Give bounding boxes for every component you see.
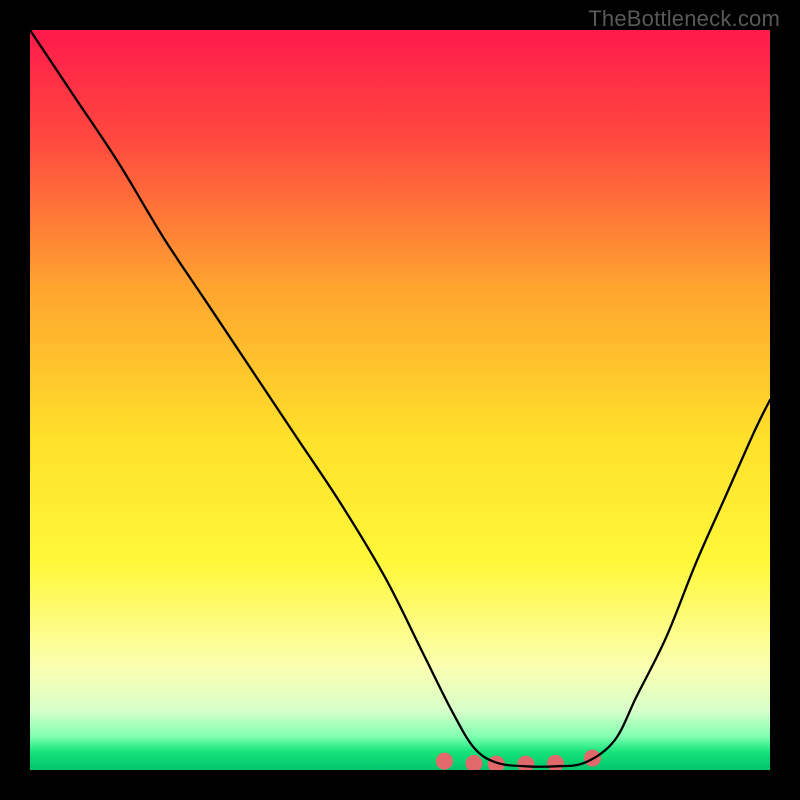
chart-frame: TheBottleneck.com — [0, 0, 800, 800]
plot-area — [30, 30, 770, 770]
optimal-marker — [436, 753, 453, 770]
plot-svg — [30, 30, 770, 770]
watermark-text: TheBottleneck.com — [588, 6, 780, 32]
gradient-background — [30, 30, 770, 770]
